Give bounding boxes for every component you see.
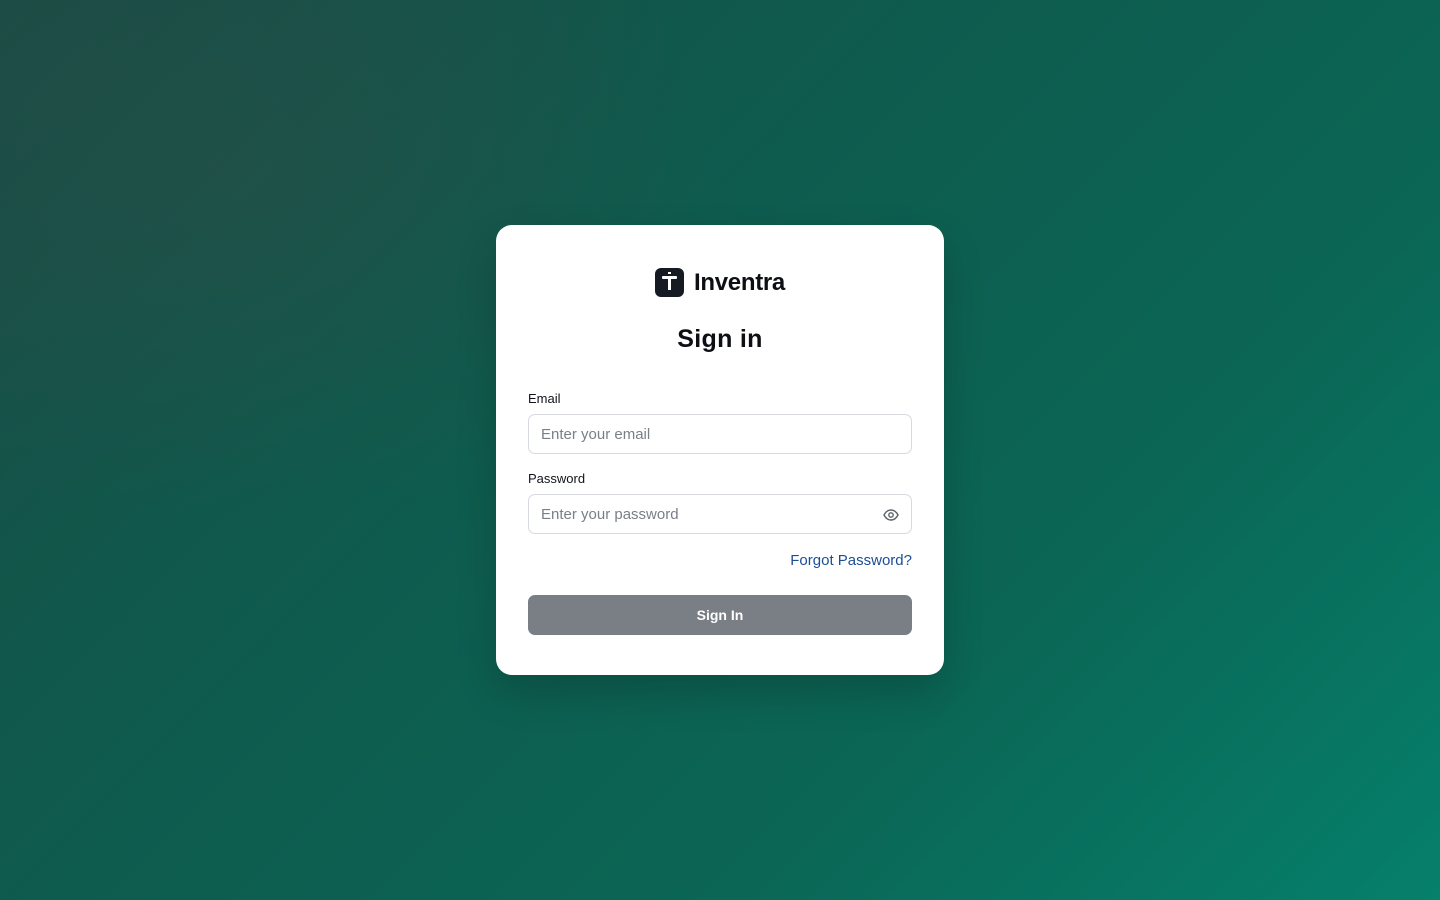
brand: Inventra bbox=[496, 268, 944, 297]
page-title: Sign in bbox=[677, 325, 763, 353]
sign-in-card: Inventra Sign in Email Password Forgot P… bbox=[496, 225, 944, 675]
sign-in-button[interactable]: Sign In bbox=[528, 595, 912, 635]
password-field-wrapper bbox=[528, 494, 912, 534]
password-input[interactable] bbox=[529, 495, 911, 533]
email-label: Email bbox=[528, 391, 561, 406]
password-label: Password bbox=[528, 471, 586, 486]
email-input[interactable] bbox=[529, 415, 911, 453]
eye-icon[interactable] bbox=[881, 505, 901, 525]
forgot-password-link[interactable]: Forgot Password? bbox=[790, 552, 912, 569]
letter-t-logo-icon bbox=[655, 268, 685, 297]
brand-name: Inventra bbox=[694, 268, 785, 296]
email-field-wrapper bbox=[528, 414, 912, 454]
